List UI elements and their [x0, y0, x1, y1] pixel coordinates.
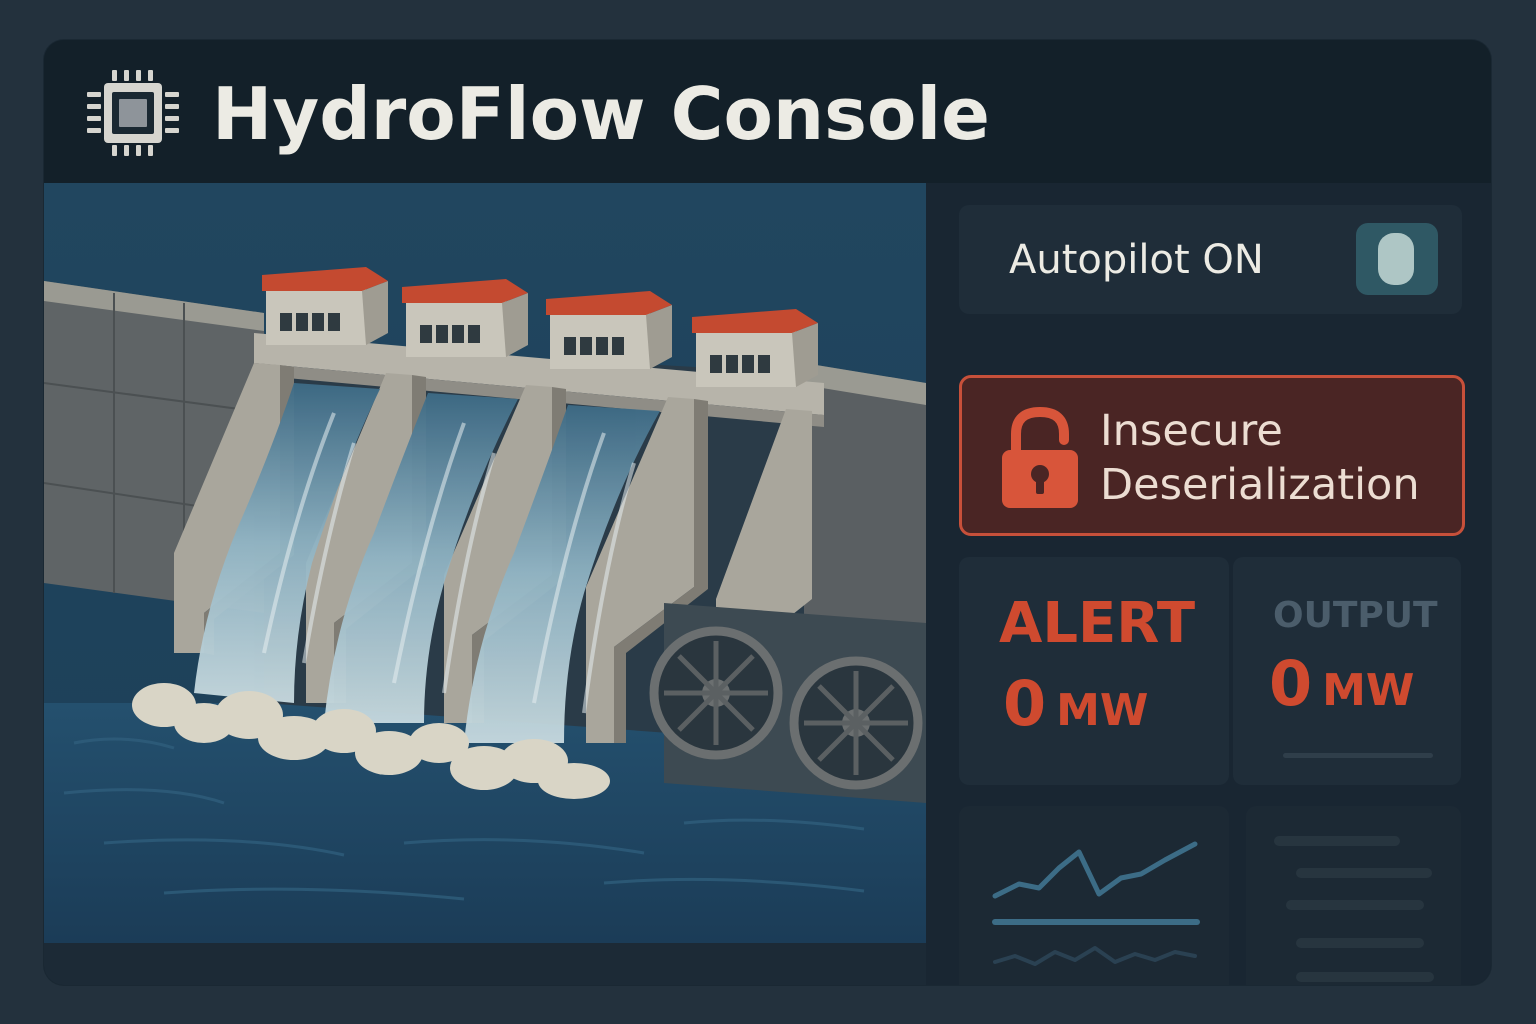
sparkline-graphic [992, 841, 1200, 966]
vulnerability-warning-card[interactable]: Insecure Deserialization [959, 375, 1465, 536]
log-line [1296, 938, 1424, 948]
unlocked-padlock-icon [1002, 406, 1078, 508]
log-line [1296, 868, 1432, 878]
log-lines-card [1246, 806, 1461, 985]
alert-card: ALERT 0 MW [959, 557, 1229, 785]
autopilot-toggle[interactable] [1356, 223, 1438, 295]
status-sidebar: Autopilot ON Insecure Deserialization AL… [926, 183, 1491, 985]
log-line [1296, 972, 1434, 982]
alert-label: ALERT [999, 591, 1196, 656]
alert-number: 0 [1003, 667, 1047, 740]
chip-icon [87, 70, 179, 156]
log-line [1286, 900, 1424, 910]
autopilot-label: Autopilot ON [1009, 237, 1264, 283]
vulnerability-line-1: Insecure [1100, 406, 1283, 456]
dam-illustration [44, 183, 926, 985]
header-bar: HydroFlow Console [44, 40, 1491, 183]
alert-value: 0 MW [1003, 669, 1148, 746]
output-label: OUTPUT [1273, 595, 1438, 636]
vulnerability-line-2: Deserialization [1100, 460, 1420, 510]
output-value: 0 MW [1269, 649, 1414, 726]
autopilot-card: Autopilot ON [959, 205, 1462, 314]
console-window: HydroFlow Console Autopilot ON Insecure … [44, 40, 1491, 985]
toggle-knob [1378, 233, 1414, 285]
output-card: OUTPUT 0 MW [1233, 557, 1461, 785]
output-bar [1283, 753, 1433, 758]
vulnerability-text: Insecure Deserialization [1100, 404, 1420, 512]
output-number: 0 [1269, 647, 1313, 720]
log-line [1274, 836, 1400, 846]
trend-sparkline-card [959, 806, 1229, 985]
output-unit: MW [1322, 665, 1415, 716]
app-title: HydroFlow Console [212, 72, 991, 156]
alert-unit: MW [1056, 685, 1149, 736]
